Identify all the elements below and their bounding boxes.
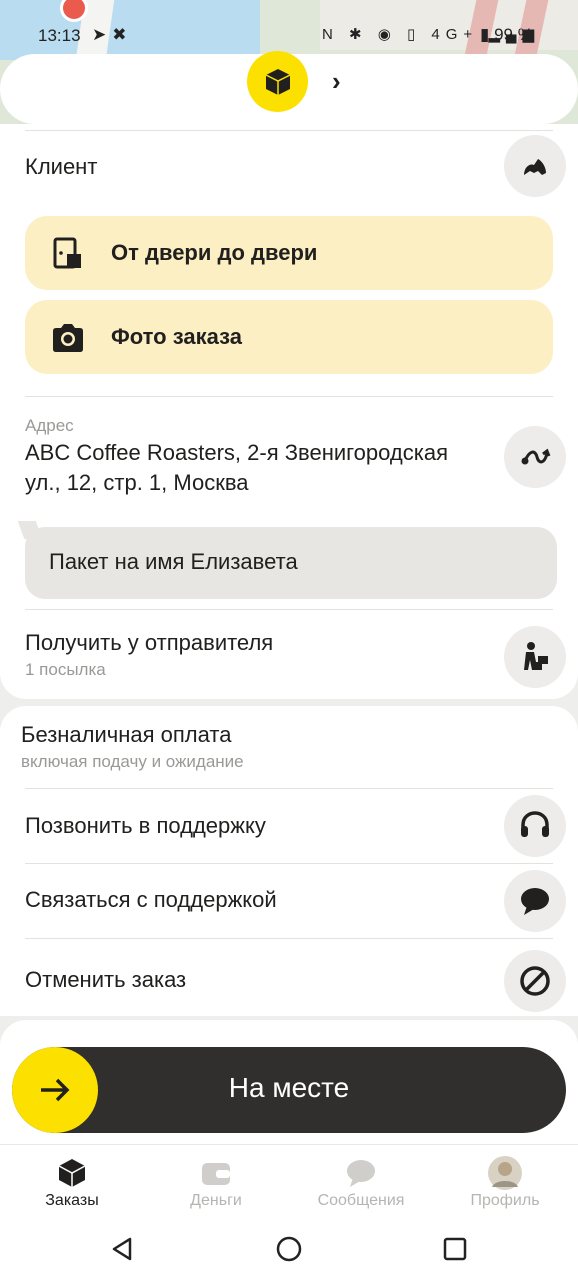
order-comment: Пакет на имя Елизавета bbox=[17, 521, 557, 599]
cancel-order-label[interactable]: Отменить заказ bbox=[25, 967, 186, 993]
tab-orders[interactable]: Заказы bbox=[0, 1145, 144, 1225]
payment-subtitle: включая подачу и ожидание bbox=[21, 752, 244, 771]
tab-money[interactable]: Деньги bbox=[144, 1145, 288, 1225]
tab-messages[interactable]: Сообщения bbox=[289, 1145, 433, 1225]
call-support-label[interactable]: Позвонить в поддержку bbox=[25, 813, 266, 839]
system-navigation-bar bbox=[0, 1224, 578, 1280]
chevron-right-icon[interactable]: › bbox=[332, 66, 341, 97]
address-line-1[interactable]: ABC Coffee Roasters, 2-я Звенигородская bbox=[25, 440, 448, 466]
chat-icon[interactable] bbox=[504, 870, 566, 932]
chat-icon bbox=[347, 1160, 375, 1187]
pickup-title: Получить у отправителя bbox=[25, 630, 274, 655]
divider bbox=[25, 938, 553, 939]
back-icon[interactable] bbox=[110, 1236, 136, 1262]
divider bbox=[25, 863, 553, 864]
box-icon bbox=[58, 1159, 86, 1187]
battery-indicator: ▮ 99 % bbox=[480, 25, 533, 44]
pickup-subtitle: 1 посылка bbox=[25, 660, 106, 679]
address-caption: Адрес bbox=[25, 416, 74, 435]
order-comment-text: Пакет на имя Елизавета bbox=[49, 549, 298, 574]
network-type: 4G+ bbox=[431, 26, 479, 43]
tab-money-label: Деньги bbox=[190, 1192, 242, 1209]
order-photo-button[interactable]: Фото заказа bbox=[25, 300, 553, 374]
wallet-icon bbox=[202, 1163, 230, 1185]
client-title: Клиент bbox=[25, 154, 98, 179]
chat-support-label[interactable]: Связаться с поддержкой bbox=[25, 887, 277, 913]
divider bbox=[25, 788, 553, 789]
order-photo-label: Фото заказа bbox=[111, 324, 242, 349]
payment-title: Безналичная оплата bbox=[21, 722, 232, 747]
divider bbox=[25, 130, 553, 131]
address-line-2[interactable]: ул., 12, стр. 1, Москва bbox=[25, 470, 249, 496]
status-time: 13:13 bbox=[38, 26, 81, 45]
route-icon[interactable] bbox=[504, 426, 566, 488]
bottom-tab-bar: Заказы Деньги Сообщения Профиль bbox=[0, 1144, 578, 1224]
arrived-slider[interactable]: На месте bbox=[12, 1047, 566, 1133]
divider bbox=[25, 396, 553, 397]
door-box-icon bbox=[53, 237, 81, 269]
headset-icon[interactable] bbox=[504, 795, 566, 857]
home-icon[interactable] bbox=[275, 1235, 303, 1263]
phone-icon[interactable] bbox=[504, 135, 566, 197]
tab-profile[interactable]: Профиль bbox=[433, 1145, 577, 1225]
divider bbox=[25, 609, 553, 610]
box-icon[interactable] bbox=[247, 51, 308, 112]
person-box-icon[interactable] bbox=[504, 626, 566, 688]
door-to-door-button[interactable]: От двери до двери bbox=[25, 216, 553, 290]
tab-profile-label: Профиль bbox=[470, 1192, 540, 1209]
recents-icon[interactable] bbox=[442, 1236, 468, 1262]
tab-messages-label: Сообщения bbox=[317, 1192, 405, 1209]
tab-orders-label: Заказы bbox=[45, 1192, 99, 1209]
battery-percent: 99 % bbox=[494, 25, 533, 44]
door-to-door-label: От двери до двери bbox=[111, 240, 318, 265]
arrow-right-icon[interactable] bbox=[12, 1047, 98, 1133]
order-details-sheet: Клиент От двери до двери Фото заказа Адр… bbox=[0, 124, 578, 699]
avatar bbox=[488, 1156, 522, 1190]
cancel-icon[interactable] bbox=[504, 950, 566, 1012]
camera-icon bbox=[53, 324, 83, 352]
notification-icons: ➤✖ bbox=[92, 25, 133, 44]
